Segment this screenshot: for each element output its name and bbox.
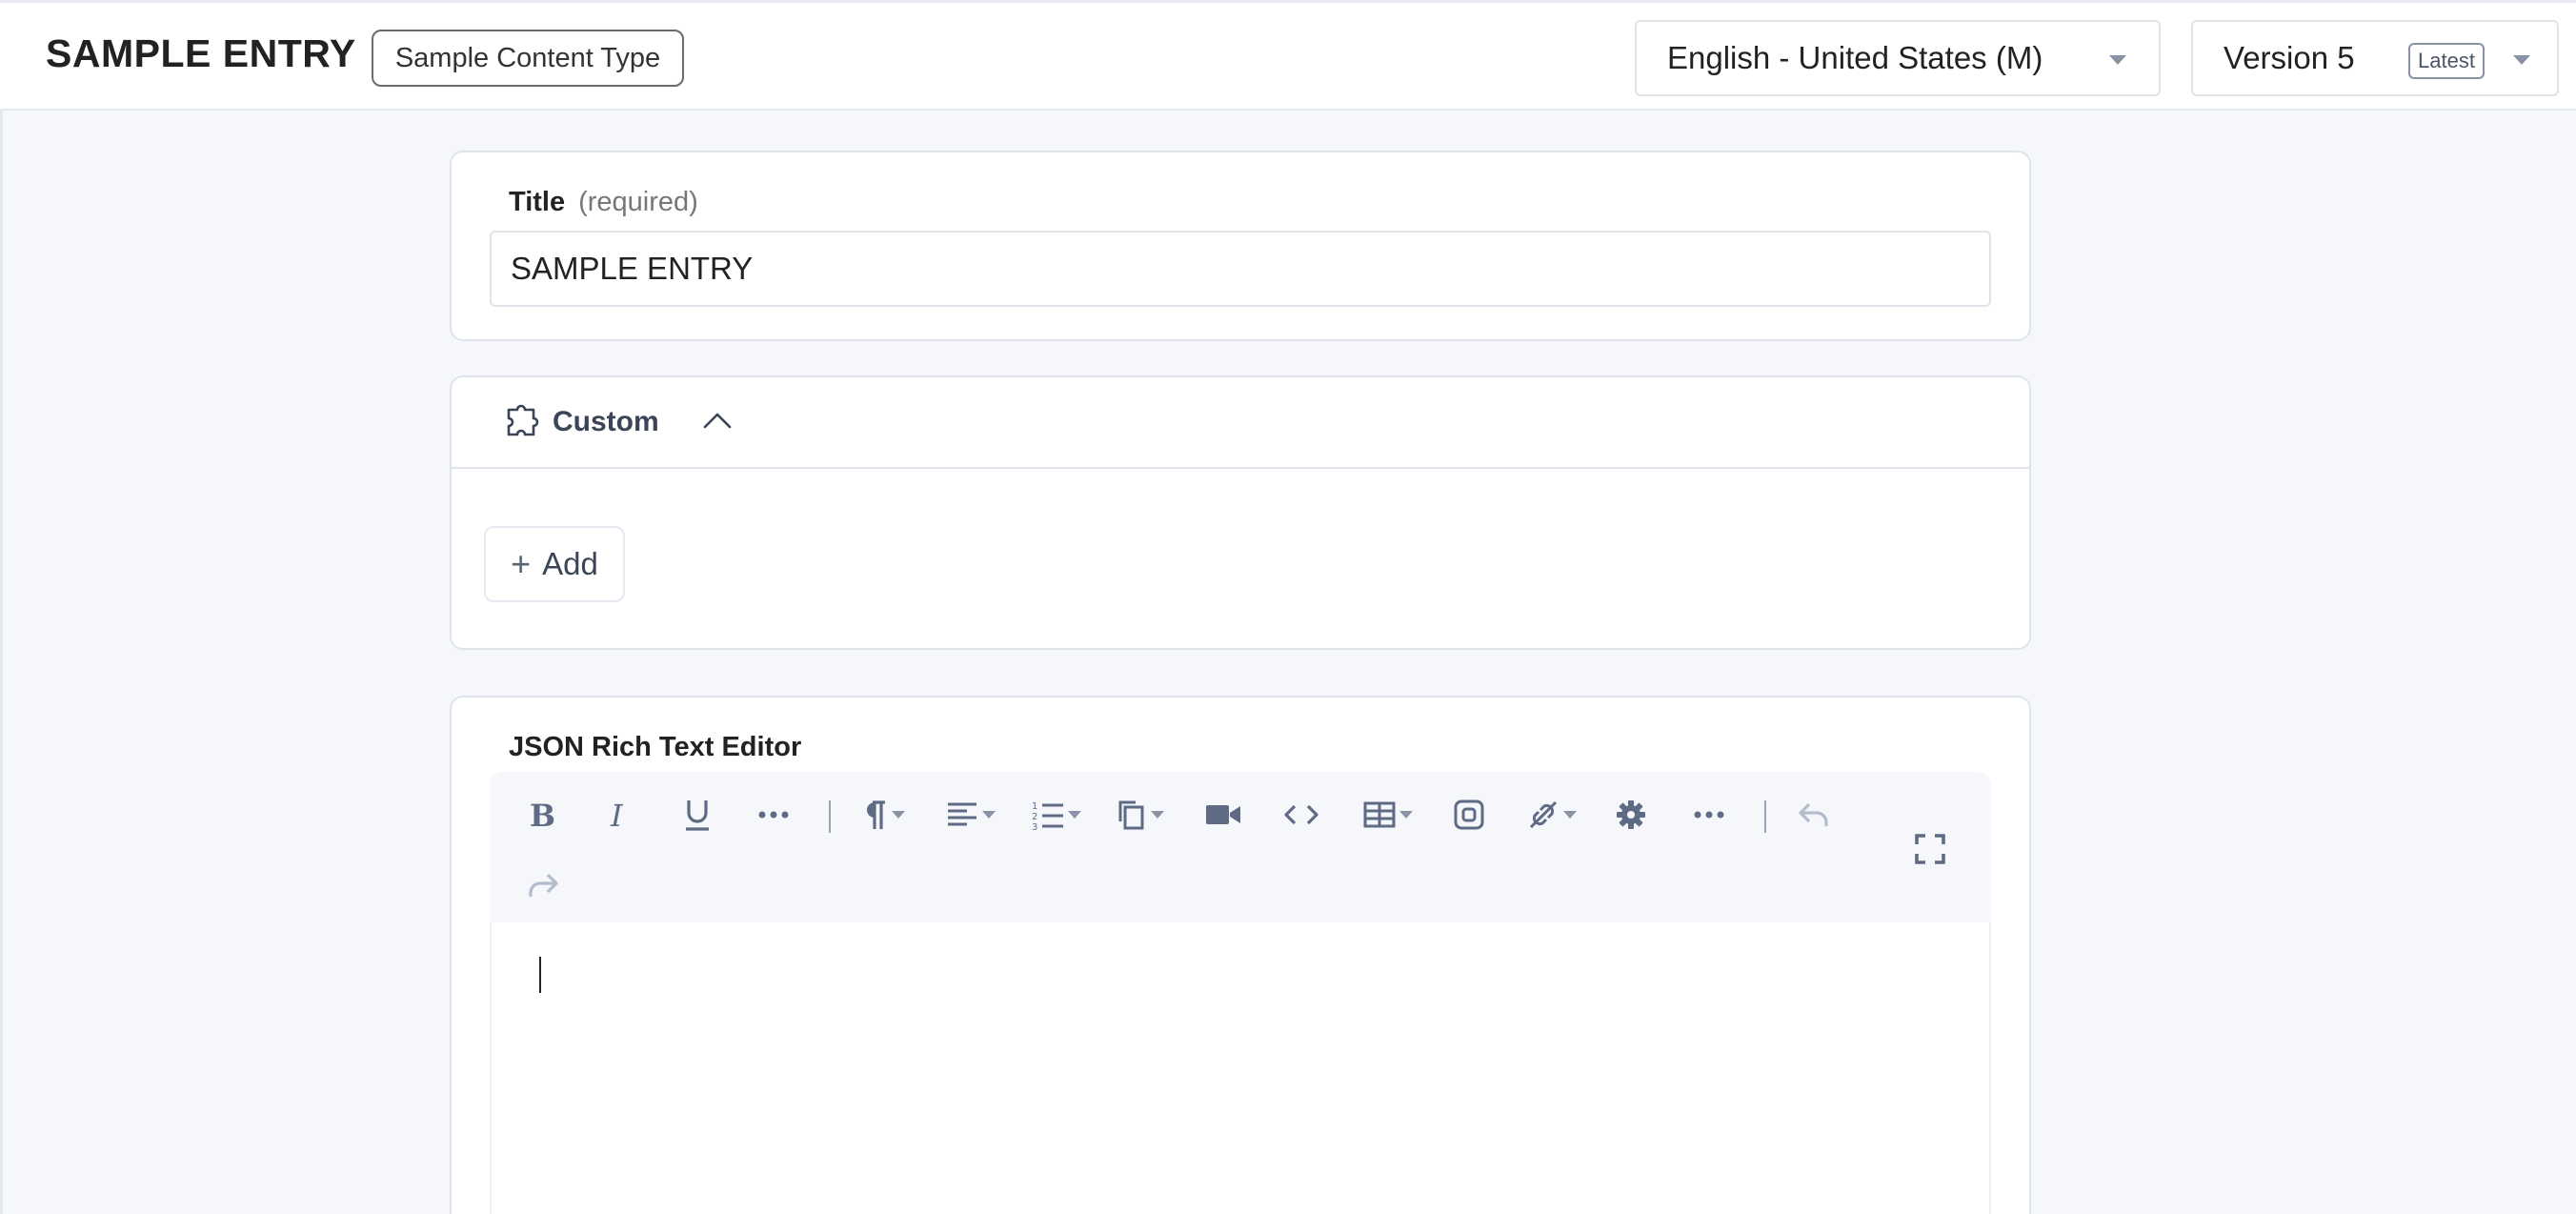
svg-text:2: 2 xyxy=(1032,812,1037,822)
locale-select[interactable]: English - United States (M) xyxy=(1635,20,2161,96)
dropdown-caret-icon xyxy=(1151,811,1164,819)
rte-field-label: JSON Rich Text Editor xyxy=(509,732,802,762)
svg-text:1: 1 xyxy=(1032,801,1037,812)
embed-icon[interactable] xyxy=(1448,791,1490,839)
dropdown-caret-icon xyxy=(982,811,996,819)
ordered-list-icon[interactable]: 123 xyxy=(1027,791,1086,839)
svg-text:B: B xyxy=(530,799,554,831)
entry-header: SAMPLE ENTRY Sample Content Type English… xyxy=(0,0,2576,111)
add-button-label: Add xyxy=(542,546,598,581)
title-label-text: Title xyxy=(509,187,566,217)
left-rail-divider xyxy=(0,111,3,1214)
title-field-label: Title (required) xyxy=(509,187,698,218)
title-input[interactable] xyxy=(490,231,1991,307)
rich-text-editor-card: JSON Rich Text Editor B I 123 xyxy=(450,696,2031,1214)
add-button[interactable]: + Add xyxy=(484,526,625,602)
rte-editor-area[interactable] xyxy=(490,922,1991,1214)
dropdown-caret-icon xyxy=(1563,811,1577,819)
svg-text:I: I xyxy=(610,799,624,831)
toolbar-separator xyxy=(1764,800,1766,833)
undo-icon[interactable] xyxy=(1793,791,1835,839)
code-icon[interactable] xyxy=(1280,791,1322,839)
dropdown-caret-icon xyxy=(892,811,905,819)
content-type-badge[interactable]: Sample Content Type xyxy=(372,30,684,87)
settings-gear-icon[interactable] xyxy=(1610,791,1652,839)
custom-group-card: Custom + Add xyxy=(450,375,2031,650)
puzzle-icon xyxy=(507,404,539,436)
rte-toolbar: B I 123 xyxy=(490,772,1991,922)
bold-icon[interactable]: B xyxy=(522,791,560,839)
dropdown-caret-icon xyxy=(1399,811,1413,819)
redo-icon[interactable] xyxy=(522,861,564,909)
underline-icon[interactable] xyxy=(676,791,718,839)
table-icon[interactable] xyxy=(1357,791,1419,839)
dropdown-caret-icon xyxy=(1068,811,1081,819)
required-hint: (required) xyxy=(578,187,698,217)
paragraph-icon[interactable] xyxy=(855,791,911,839)
chevron-down-icon xyxy=(2513,55,2530,65)
toolbar-separator xyxy=(829,800,831,833)
plus-icon: + xyxy=(511,544,532,583)
svg-text:3: 3 xyxy=(1032,822,1037,831)
italic-icon[interactable]: I xyxy=(600,791,638,839)
video-icon[interactable] xyxy=(1202,791,1244,839)
chevron-up-icon[interactable] xyxy=(701,406,734,435)
locale-value: English - United States (M) xyxy=(1667,40,2043,75)
link-icon[interactable] xyxy=(1520,791,1583,839)
fullscreen-icon[interactable] xyxy=(1909,825,1951,873)
align-icon[interactable] xyxy=(941,791,1000,839)
title-field-card: Title (required) xyxy=(450,151,2031,341)
version-value: Version 5 xyxy=(2224,40,2355,75)
more-formatting-icon[interactable] xyxy=(753,791,795,839)
text-cursor xyxy=(539,957,541,993)
more-icon[interactable] xyxy=(1688,791,1730,839)
version-select[interactable]: Version 5 Latest xyxy=(2191,20,2559,96)
custom-group-label: Custom xyxy=(553,406,659,437)
entry-title: SAMPLE ENTRY xyxy=(46,31,356,75)
chevron-down-icon xyxy=(2109,55,2126,65)
custom-group-header[interactable]: Custom xyxy=(452,377,2029,469)
latest-badge: Latest xyxy=(2408,43,2485,79)
copy-icon[interactable] xyxy=(1111,791,1170,839)
